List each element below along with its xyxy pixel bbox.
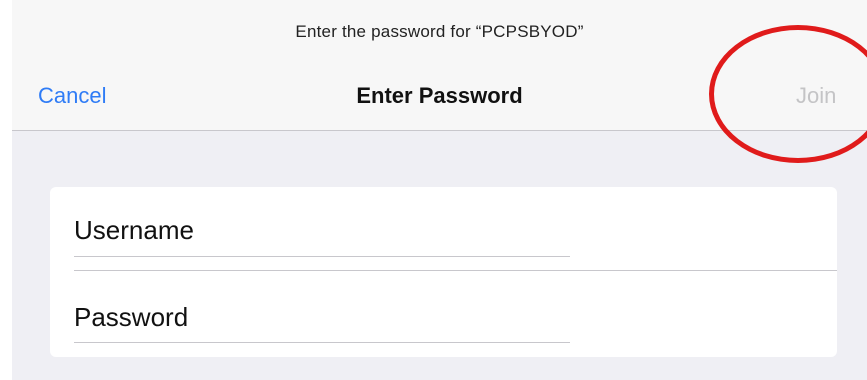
username-underline [74,256,570,257]
navigation-bar: Enter the password for “PCPSBYOD” Cancel… [12,0,867,131]
password-field[interactable] [74,287,570,347]
wifi-password-dialog: Enter the password for “PCPSBYOD” Cancel… [12,0,867,380]
username-field[interactable] [74,200,570,260]
prompt-text: Enter the password for “PCPSBYOD” [295,22,584,41]
join-button[interactable]: Join [796,83,836,109]
row-separator [74,270,837,271]
page-title: Enter Password [356,83,523,108]
credentials-form [50,187,837,357]
password-underline [74,342,570,343]
cancel-button[interactable]: Cancel [38,83,106,109]
